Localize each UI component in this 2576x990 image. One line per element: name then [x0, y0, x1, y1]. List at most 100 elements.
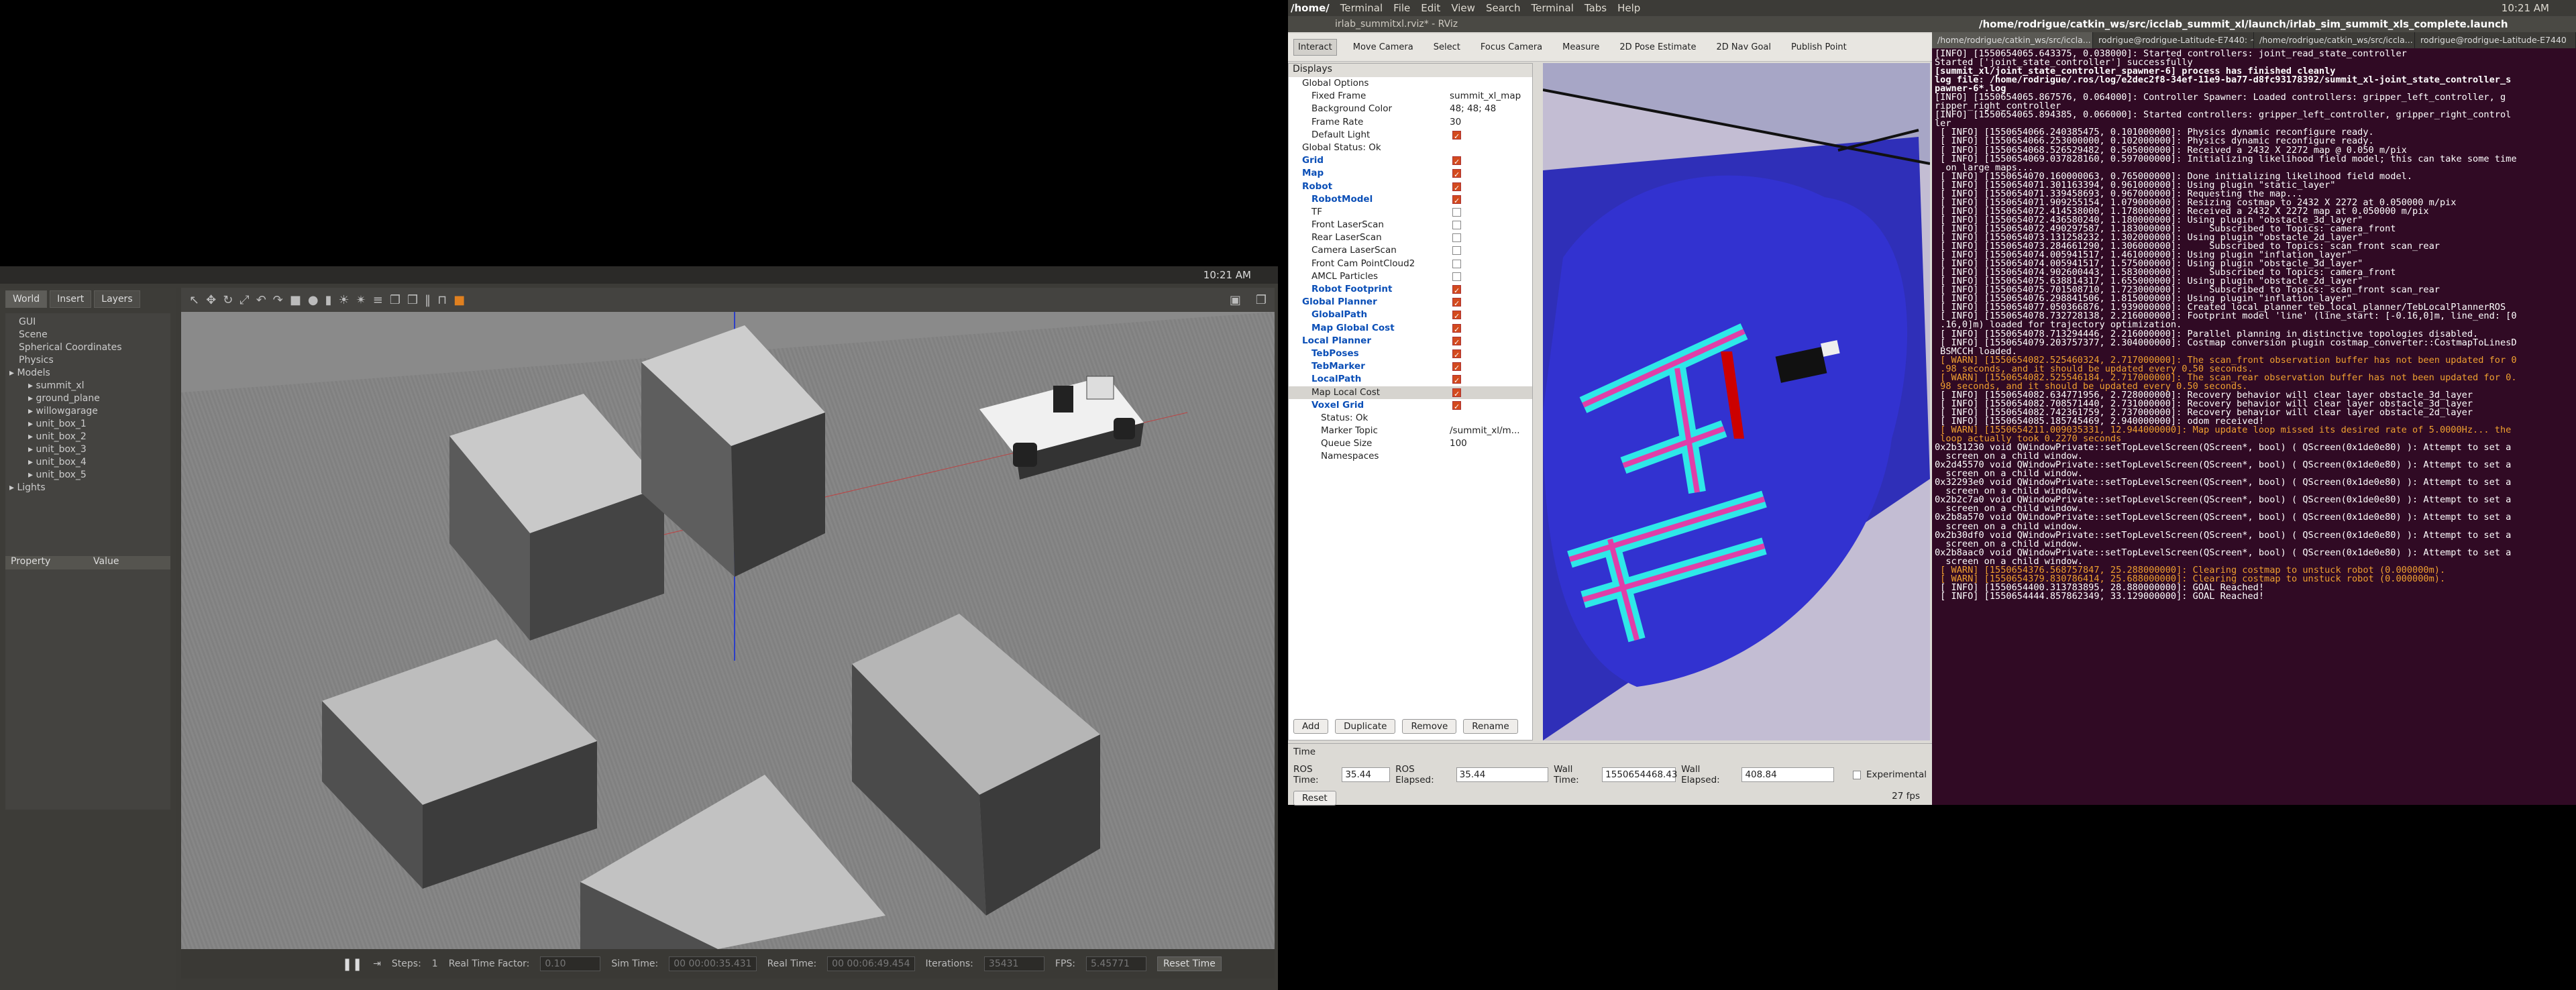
world-tree-item[interactable]: ▸ willowgarage: [9, 405, 166, 418]
sphere-icon[interactable]: ●: [308, 293, 319, 307]
expand-arrow-icon[interactable]: ▸: [28, 406, 36, 417]
point-light-icon[interactable]: ☀: [339, 293, 350, 307]
add-button[interactable]: Add: [1293, 719, 1329, 734]
display-row[interactable]: Global Planner: [1289, 296, 1532, 310]
duplicate-button[interactable]: Duplicate: [1335, 719, 1396, 734]
menu-item-3[interactable]: View: [1451, 2, 1475, 14]
scale-icon[interactable]: ⤢: [239, 293, 249, 307]
display-checkbox[interactable]: [1452, 284, 1461, 297]
terminal-tab-2[interactable]: /home/rodrigue/catkin_ws/src/iccla...: [2254, 32, 2415, 48]
align-icon[interactable]: ‖: [425, 293, 431, 307]
display-checkbox[interactable]: [1452, 168, 1461, 181]
gazebo-3d-viewport[interactable]: [181, 312, 1275, 949]
rotate-icon[interactable]: ↻: [223, 293, 233, 307]
copy-icon[interactable]: ❐: [390, 293, 400, 307]
display-checkbox[interactable]: [1452, 374, 1461, 387]
world-tree-item[interactable]: ▸ summit_xl: [9, 380, 166, 392]
world-tree-item[interactable]: ▸ Lights: [9, 482, 166, 494]
display-checkbox[interactable]: [1452, 246, 1461, 256]
move-camera-tool[interactable]: Move Camera: [1349, 40, 1417, 55]
display-row[interactable]: RobotModel: [1289, 193, 1532, 207]
display-row[interactable]: Queue Size 100: [1289, 437, 1532, 450]
display-row[interactable]: Voxel Grid: [1289, 399, 1532, 413]
expand-arrow-icon[interactable]: ▸: [28, 470, 36, 480]
terminal-tab-3[interactable]: rodrigue@rodrigue-Latitude-E7440: [2415, 32, 2576, 48]
display-checkbox[interactable]: [1452, 130, 1461, 143]
displays-tree[interactable]: Global Options Fixed Frame summit_xl_map Ba…: [1289, 77, 1532, 463]
reset-time-button[interactable]: Reset Time: [1157, 956, 1222, 971]
world-tree-item[interactable]: GUI: [9, 316, 166, 329]
display-checkbox[interactable]: [1452, 195, 1461, 207]
display-value[interactable]: 30: [1450, 116, 1461, 129]
display-checkbox[interactable]: [1452, 400, 1461, 413]
box-icon[interactable]: ■: [290, 293, 301, 307]
rviz-3d-view[interactable]: [1543, 63, 1930, 740]
menu-item-2[interactable]: Edit: [1421, 2, 1440, 14]
reset-button[interactable]: Reset: [1293, 791, 1336, 806]
world-tree-item[interactable]: ▸ unit_box_1: [9, 418, 166, 431]
display-row[interactable]: Frame Rate 30: [1289, 116, 1532, 129]
display-row[interactable]: Front Cam PointCloud2: [1289, 258, 1532, 270]
menu-item-4[interactable]: Search: [1486, 2, 1521, 14]
display-row[interactable]: Fixed Frame summit_xl_map: [1289, 90, 1532, 103]
rename-button[interactable]: Rename: [1463, 719, 1518, 734]
select-tool[interactable]: Select: [1430, 40, 1464, 55]
record-icon[interactable]: ■: [453, 293, 465, 307]
display-row[interactable]: Default Light: [1289, 129, 1532, 143]
paste-icon[interactable]: ❒: [407, 293, 418, 307]
display-checkbox[interactable]: [1452, 297, 1461, 310]
display-checkbox[interactable]: [1452, 388, 1461, 400]
expand-arrow-icon[interactable]: ▸: [28, 419, 36, 429]
menu-item-7[interactable]: Help: [1617, 2, 1640, 14]
display-checkbox[interactable]: [1452, 156, 1461, 168]
measure-tool[interactable]: Measure: [1558, 40, 1603, 55]
publish-point-tool[interactable]: Publish Point: [1787, 40, 1851, 55]
world-tree-item[interactable]: ▸ unit_box_3: [9, 443, 166, 456]
tab-layers[interactable]: Layers: [94, 290, 140, 308]
world-tree-item[interactable]: ▸ ground_plane: [9, 392, 166, 405]
display-row[interactable]: Camera LaserScan: [1289, 244, 1532, 257]
world-tree-item[interactable]: ▸ unit_box_4: [9, 456, 166, 469]
world-tree-item[interactable]: ▸ unit_box_5: [9, 469, 166, 482]
display-checkbox[interactable]: [1452, 221, 1461, 230]
display-row[interactable]: AMCL Particles: [1289, 270, 1532, 283]
display-row[interactable]: Map Global Cost: [1289, 322, 1532, 336]
terminal-tab-0[interactable]: /home/rodrigue/catkin_ws/src/iccla...: [1932, 32, 2093, 48]
translate-icon[interactable]: ✥: [206, 293, 216, 307]
expand-arrow-icon[interactable]: ▸: [9, 368, 17, 378]
terminal-output[interactable]: [INFO] [1550654065.643375, 0.038000]: St…: [1935, 50, 2572, 601]
world-tree-item[interactable]: Scene: [9, 329, 166, 341]
undo-icon[interactable]: ↶: [256, 293, 266, 307]
menu-item-5[interactable]: Terminal: [1531, 2, 1573, 14]
display-row[interactable]: Status: Ok: [1289, 412, 1532, 425]
remove-button[interactable]: Remove: [1402, 719, 1457, 734]
terminal-tab-1[interactable]: rodrigue@rodrigue-Latitude-E7440: ~: [2093, 32, 2254, 48]
snap-icon[interactable]: ⊓: [437, 293, 447, 307]
tab-insert[interactable]: Insert: [50, 290, 92, 308]
display-checkbox[interactable]: [1452, 362, 1461, 374]
world-tree-item[interactable]: ▸ Models: [9, 367, 166, 380]
menu-item-0[interactable]: Terminal: [1340, 2, 1383, 14]
expand-arrow-icon[interactable]: ▸: [28, 393, 36, 404]
display-row[interactable]: Background Color 48; 48; 48: [1289, 103, 1532, 115]
expand-arrow-icon[interactable]: ▸: [28, 431, 36, 442]
cylinder-icon[interactable]: ▮: [325, 293, 332, 307]
display-value[interactable]: /summit_xl/m...: [1450, 425, 1520, 437]
display-checkbox[interactable]: [1452, 323, 1461, 336]
world-tree-item[interactable]: Physics: [9, 354, 166, 367]
display-value[interactable]: summit_xl_map: [1450, 90, 1521, 103]
menu-item-1[interactable]: File: [1393, 2, 1410, 14]
step-icon[interactable]: ⇥: [373, 958, 381, 969]
expand-arrow-icon[interactable]: ▸: [28, 444, 36, 455]
interact-tool[interactable]: Interact: [1293, 39, 1337, 56]
display-row[interactable]: Global Options: [1289, 77, 1532, 90]
display-row[interactable]: Rear LaserScan: [1289, 231, 1532, 244]
display-row[interactable]: TF: [1289, 206, 1532, 219]
display-row[interactable]: TebMarker: [1289, 360, 1532, 374]
log-icon[interactable]: ❐: [1256, 293, 1267, 307]
expand-arrow-icon[interactable]: ▸: [28, 380, 36, 391]
pause-icon[interactable]: ❚❚: [342, 957, 362, 971]
display-row[interactable]: Global Status: Ok: [1289, 142, 1532, 154]
display-checkbox[interactable]: [1452, 349, 1461, 362]
display-row[interactable]: Namespaces: [1289, 450, 1532, 463]
